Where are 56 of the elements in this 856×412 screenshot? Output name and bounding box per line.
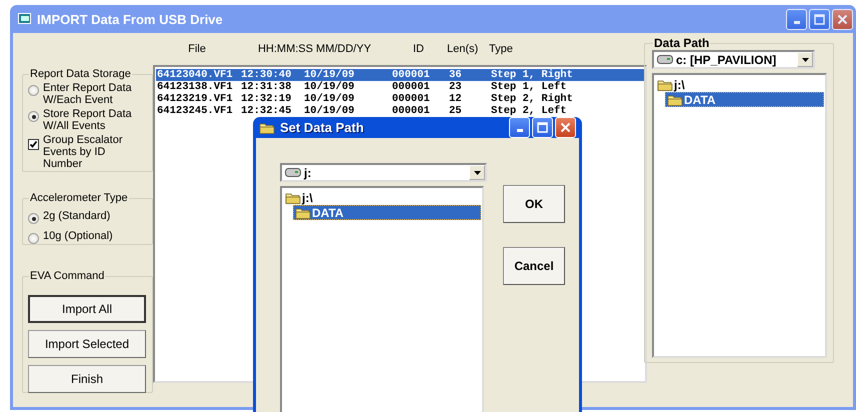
drive-dropdown[interactable]: j: [280,163,487,182]
drive-icon [657,55,673,64]
ok-button[interactable]: OK [503,185,565,223]
minimize-icon [516,129,522,132]
group-title: Accelerometer Type [29,192,129,204]
window-title: IMPORT Data From USB Drive [37,12,224,26]
group-title: Report Data Storage [29,68,132,80]
column-header: Len(s) [447,43,480,55]
option-label: Store Report Data W/All Events [43,108,132,132]
column-header: ID [412,43,425,55]
minimize-button[interactable] [786,8,807,30]
drive-icon [285,168,301,177]
minimize-button[interactable] [509,117,530,138]
maximize-icon [814,14,825,24]
file-row[interactable]: 64123040.VF1 12:30:40 10/19/09 000001 36 Step 1, Right [156,69,644,81]
group-title: Data Path [653,36,710,50]
group-title: EVA Command [29,270,106,282]
app-icon [18,13,31,25]
folder-icon [667,94,683,106]
folder-item[interactable]: DATA [665,92,824,107]
file-row[interactable]: 64123219.VF1 12:32:19 10/19/09 000001 12 Step 2, Right [156,93,644,105]
column-header: File [187,43,207,55]
folder-item[interactable]: j:\ [655,77,824,92]
maximize-icon [537,122,548,133]
file-row[interactable]: 64123138.VF1 12:31:38 10/19/09 000001 23 Step 1, Left [156,81,644,93]
radio-button[interactable] [28,85,39,96]
option-label: 2g (Standard) [43,210,110,222]
column-header: Type [489,43,514,55]
column-header: HH:MM:SS MM/DD/YY [256,43,372,55]
folder-icon [295,206,311,218]
radio-button[interactable] [28,213,39,224]
command-button[interactable]: Import Selected [28,330,146,358]
folder-item[interactable]: DATA [293,205,481,220]
option-label: Enter Report Data W/Each Event [43,82,132,106]
close-icon [560,122,571,133]
radio-button[interactable] [28,111,39,122]
open-folder-icon [285,192,301,204]
option-label: Group Escalator Events by ID Number [43,134,124,170]
close-button[interactable] [555,117,576,138]
open-folder-icon [657,78,673,90]
cancel-button[interactable]: Cancel [503,247,565,285]
checkbox[interactable] [28,139,39,150]
radio-button[interactable] [28,233,39,244]
open-folder-icon [259,122,275,134]
close-icon [837,14,848,24]
option-label: 10g (Optional) [43,230,113,242]
minimize-icon [794,20,800,24]
command-button[interactable]: Import All [28,295,146,323]
folder-item[interactable]: j:\ [283,190,481,205]
maximize-button[interactable] [532,117,553,138]
close-button[interactable] [832,8,853,30]
maximize-button[interactable] [809,8,830,30]
drive-dropdown[interactable]: c: [HP_PAVILION] [652,50,815,69]
command-button[interactable]: Finish [28,365,146,393]
dialog-title: Set Data Path [280,120,365,135]
file-row[interactable]: 64123245.VF1 12:32:45 10/19/09 000001 25 Step 2, Left [156,105,644,117]
